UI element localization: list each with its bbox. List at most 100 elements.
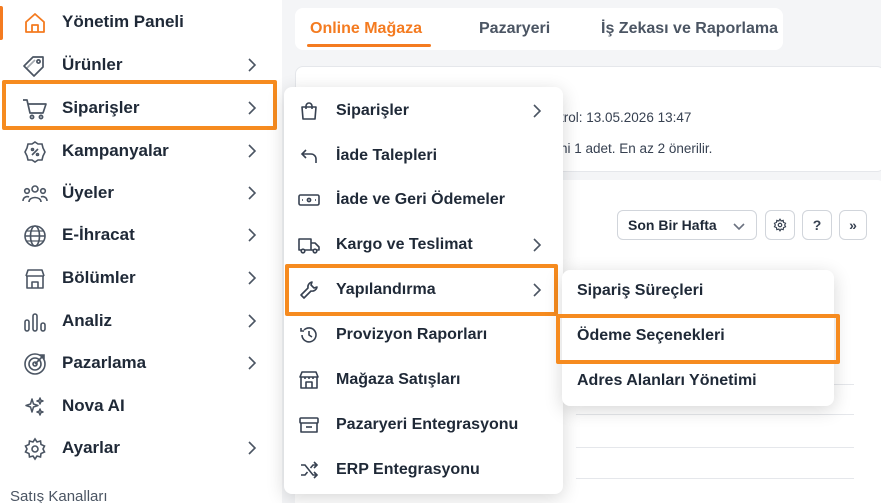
chevron-right-icon: [244, 100, 260, 116]
globe-icon: [22, 223, 48, 249]
shopping-bag-icon: [298, 100, 320, 122]
store-icon: [298, 369, 320, 391]
submenu-item-label: Ödeme Seçenekleri: [577, 327, 725, 344]
sparkles-icon: [22, 394, 48, 420]
menu-item-label: Mağaza Satışları: [336, 371, 461, 388]
sidebar-item-members[interactable]: Üyeler: [0, 172, 282, 214]
chevron-right-icon: [244, 355, 260, 371]
submenu-item-order-processes[interactable]: Sipariş Süreçleri: [562, 270, 834, 314]
chevron-down-icon: [732, 219, 746, 233]
menu-item-shipping[interactable]: Kargo ve Teslimat: [284, 223, 563, 267]
chevron-right-icon: [244, 143, 260, 159]
sidebar-item-label: Bölümler: [62, 268, 136, 287]
target-icon: [22, 351, 48, 377]
gear-icon: [773, 218, 787, 232]
sidebar-item-label: E-İhracat: [62, 225, 135, 244]
truck-icon: [298, 234, 320, 256]
menu-item-marketplace-integration[interactable]: Pazaryeri Entegrasyonu: [284, 403, 563, 447]
help-button[interactable]: ?: [802, 210, 832, 240]
menu-item-provision-reports[interactable]: Provizyon Raporları: [284, 313, 563, 357]
table-row-divider: [576, 414, 854, 415]
users-icon: [22, 181, 48, 207]
chevron-right-icon: [529, 103, 545, 119]
sidebar-item-nova-ai[interactable]: Nova AI: [0, 385, 282, 427]
sidebar-item-label: Ürünler: [62, 55, 123, 74]
sidebar-item-label: Yönetim Paneli: [62, 12, 184, 31]
configuration-submenu: Sipariş Süreçleri Ödeme Seçenekleri Adre…: [562, 270, 834, 406]
menu-item-label: Provizyon Raporları: [336, 326, 488, 343]
sidebar: Yönetim Paneli Ürünler Siparişler Kampan…: [0, 0, 282, 503]
chevron-right-icon: [529, 282, 545, 298]
analytics-icon: [22, 309, 48, 335]
shuffle-icon: [298, 459, 320, 481]
submenu-item-label: Sipariş Süreçleri: [577, 282, 704, 299]
undo-arrow-icon: [298, 145, 320, 167]
menu-item-store-sales[interactable]: Mağaza Satışları: [284, 358, 563, 402]
menu-item-label: İade Talepleri: [336, 147, 438, 164]
help-icon: ?: [812, 217, 822, 233]
menu-item-label: Siparişler: [336, 102, 409, 119]
sidebar-item-dashboard[interactable]: Yönetim Paneli: [0, 1, 282, 43]
sidebar-item-label: Nova AI: [62, 396, 125, 415]
storefront-icon: [22, 266, 48, 292]
double-chevron-right-icon: »: [849, 217, 857, 233]
sidebar-item-label: Siparişler: [62, 98, 140, 117]
menu-item-return-requests[interactable]: İade Talepleri: [284, 134, 563, 178]
chevron-right-icon: [244, 313, 260, 329]
period-select-value: Son Bir Hafta: [628, 217, 717, 233]
tab-online-store[interactable]: Online Mağaza: [310, 20, 422, 38]
chevron-right-icon: [244, 185, 260, 201]
sidebar-item-label: Üyeler: [62, 183, 114, 202]
tag-icon: [22, 53, 48, 79]
cart-icon: [22, 96, 48, 122]
period-select[interactable]: Son Bir Hafta: [617, 210, 757, 240]
settings-button[interactable]: [765, 210, 795, 240]
menu-item-label: İade ve Geri Ödemeler: [336, 191, 505, 208]
sidebar-item-campaigns[interactable]: Kampanyalar: [0, 130, 282, 172]
sidebar-item-products[interactable]: Ürünler: [0, 44, 282, 86]
sales-channels-heading: Satış Kanalları: [10, 488, 108, 503]
menu-item-configuration[interactable]: Yapılandırma: [284, 268, 563, 312]
history-icon: [298, 324, 320, 346]
menu-item-label: Pazaryeri Entegrasyonu: [336, 416, 519, 433]
menu-item-label: Kargo ve Teslimat: [336, 236, 473, 253]
table-row-divider: [576, 478, 854, 479]
menu-item-label: Yapılandırma: [336, 281, 436, 298]
sidebar-item-marketing[interactable]: Pazarlama: [0, 342, 282, 384]
wrench-icon: [298, 279, 320, 301]
cash-icon: [298, 189, 320, 211]
menu-item-orders[interactable]: Siparişler: [284, 89, 563, 133]
chevron-right-icon: [244, 440, 260, 456]
recommendation-text: ni 1 adet. En az 2 önerilir.: [560, 141, 713, 156]
sidebar-item-sections[interactable]: Bölümler: [0, 257, 282, 299]
archive-box-icon: [298, 414, 320, 436]
sidebar-item-settings[interactable]: Ayarlar: [0, 427, 282, 469]
chevron-right-icon: [244, 57, 260, 73]
sidebar-item-export[interactable]: E-İhracat: [0, 214, 282, 256]
table-row-divider: [576, 447, 854, 448]
submenu-item-address-fields[interactable]: Adres Alanları Yönetimi: [562, 360, 834, 404]
gear-icon: [22, 436, 48, 462]
sidebar-item-label: Ayarlar: [62, 438, 120, 457]
chevron-right-icon: [529, 237, 545, 253]
expand-button[interactable]: »: [839, 210, 867, 240]
orders-dropdown-menu: Siparişler İade Talepleri İade ve Geri Ö…: [284, 87, 563, 494]
active-tab-underline: [307, 44, 431, 47]
sidebar-item-orders[interactable]: Siparişler: [0, 87, 282, 129]
sidebar-item-analytics[interactable]: Analiz: [0, 300, 282, 342]
percent-badge-icon: [22, 139, 48, 165]
tab-marketplace[interactable]: Pazaryeri: [479, 20, 550, 38]
submenu-item-payment-options[interactable]: Ödeme Seçenekleri: [562, 315, 834, 359]
chevron-right-icon: [244, 227, 260, 243]
sidebar-item-label: Kampanyalar: [62, 141, 169, 160]
submenu-item-label: Adres Alanları Yönetimi: [577, 372, 757, 389]
tab-business-intelligence[interactable]: İş Zekası ve Raporlama: [601, 20, 778, 38]
sidebar-item-label: Analiz: [62, 311, 113, 330]
menu-item-erp-integration[interactable]: ERP Entegrasyonu: [284, 448, 563, 492]
sidebar-item-label: Pazarlama: [62, 353, 147, 372]
menu-item-label: ERP Entegrasyonu: [336, 461, 480, 478]
menu-item-refunds[interactable]: İade ve Geri Ödemeler: [284, 178, 563, 222]
home-icon: [22, 10, 48, 36]
chevron-right-icon: [244, 270, 260, 286]
last-check-text: trol: 13.05.2026 13:47: [560, 110, 692, 125]
